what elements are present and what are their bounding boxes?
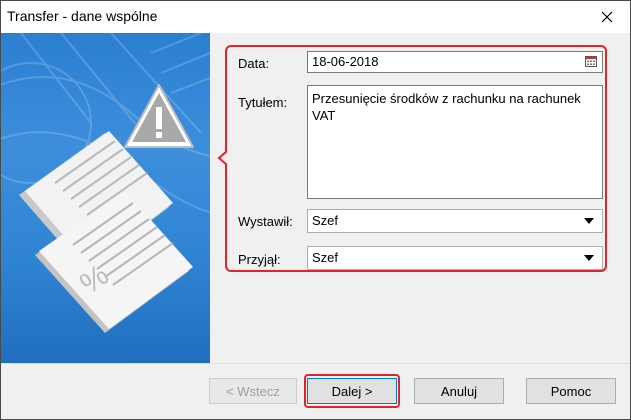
highlight-frame bbox=[225, 45, 607, 272]
cancel-button[interactable]: Anuluj bbox=[414, 378, 504, 404]
highlight-pointer bbox=[217, 151, 227, 165]
next-button-highlight bbox=[304, 374, 400, 408]
dialog-window: Transfer - dane wspólne % Data: 18-06-20… bbox=[0, 0, 631, 420]
title-bar: Transfer - dane wspólne bbox=[1, 1, 630, 33]
wizard-side-panel: % bbox=[1, 33, 210, 363]
help-button[interactable]: Pomoc bbox=[526, 378, 616, 404]
close-icon bbox=[601, 11, 613, 23]
back-button[interactable]: < Wstecz bbox=[209, 378, 297, 404]
wizard-illustration: % bbox=[1, 33, 210, 333]
window-title: Transfer - dane wspólne bbox=[7, 8, 158, 24]
close-button[interactable] bbox=[584, 1, 630, 33]
